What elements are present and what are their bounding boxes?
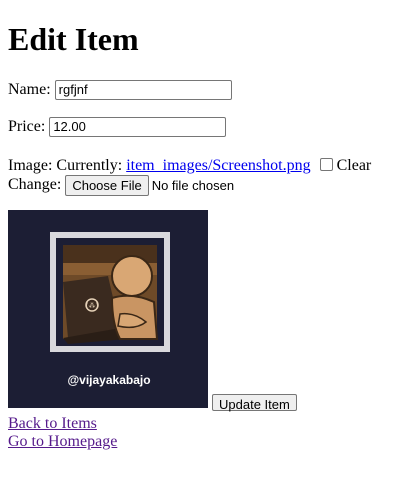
clear-label: Clear bbox=[336, 157, 372, 174]
currently-label: Currently: bbox=[56, 157, 123, 174]
image-change-row: Change: Choose File No file chosen bbox=[8, 175, 234, 196]
svg-text:(⁂): (⁂) bbox=[86, 302, 99, 310]
item-image-preview: (⁂) @vijayakabajo bbox=[8, 210, 208, 408]
name-label: Name: bbox=[8, 81, 51, 98]
price-row: Price: bbox=[8, 117, 227, 138]
home-link-row: Go to Homepage bbox=[8, 433, 117, 451]
clear-checkbox[interactable] bbox=[319, 158, 333, 171]
person-at-laptop-icon: (⁂) @vijayakabajo bbox=[8, 210, 208, 408]
page-title: Edit Item bbox=[8, 21, 139, 57]
back-to-items-link[interactable]: Back to Items bbox=[8, 415, 97, 432]
price-input[interactable] bbox=[49, 117, 227, 138]
change-label: Change: bbox=[8, 176, 62, 194]
image-label: Image: bbox=[8, 157, 53, 174]
name-input[interactable] bbox=[54, 80, 232, 101]
go-to-homepage-link[interactable]: Go to Homepage bbox=[8, 433, 117, 450]
no-file-text: No file chosen bbox=[151, 178, 235, 193]
name-row: Name: bbox=[8, 80, 232, 101]
update-item-button[interactable]: Update Item bbox=[212, 394, 297, 412]
price-label: Price: bbox=[8, 118, 46, 135]
current-file-link[interactable]: item_images/Screenshot.png bbox=[126, 157, 310, 174]
preview-caption: @vijayakabajo bbox=[67, 373, 150, 387]
image-current-row: Image: Currently: item_images/Screenshot… bbox=[8, 156, 371, 175]
back-link-row: Back to Items bbox=[8, 415, 97, 433]
choose-file-button[interactable]: Choose File bbox=[65, 175, 149, 196]
